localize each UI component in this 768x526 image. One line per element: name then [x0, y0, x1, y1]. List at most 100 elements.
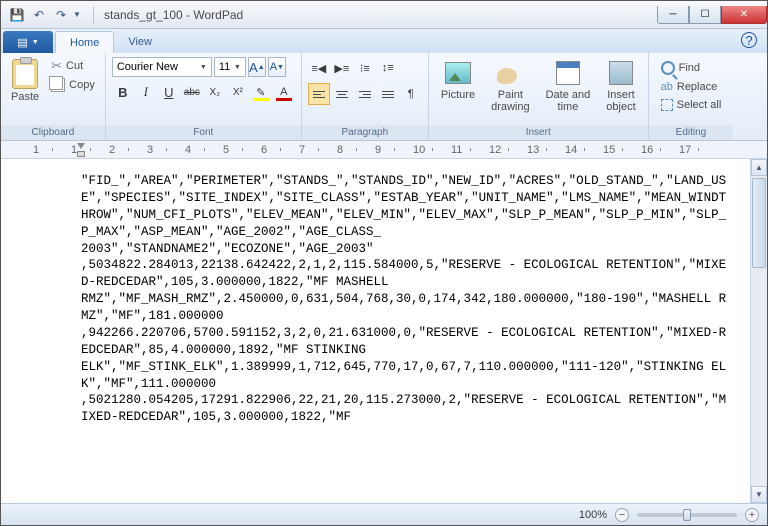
ruler[interactable]: 11234567891011121314151617: [1, 141, 767, 159]
align-left-button[interactable]: [308, 83, 330, 105]
find-button[interactable]: Find: [657, 59, 726, 77]
outdent-icon: ≡◀: [311, 62, 326, 75]
scissors-icon: ✂: [51, 58, 62, 74]
ruler-number: 16: [641, 144, 653, 156]
replace-button[interactable]: ab Replace: [657, 79, 726, 95]
ruler-number: 5: [223, 144, 229, 156]
scroll-track[interactable]: [751, 176, 767, 486]
app-menu-button[interactable]: ▤: [3, 31, 53, 53]
ruler-number: 8: [337, 144, 343, 156]
shrink-font-button[interactable]: A▼: [268, 57, 286, 77]
paste-button[interactable]: Paste: [7, 57, 43, 105]
tab-view[interactable]: View: [114, 31, 166, 53]
cut-label: Cut: [66, 60, 83, 72]
insert-object-button[interactable]: Insert object: [600, 57, 641, 115]
cut-button[interactable]: ✂ Cut: [47, 57, 99, 75]
font-size-select[interactable]: 11 ▼: [214, 57, 246, 77]
save-icon[interactable]: 💾: [7, 5, 27, 25]
line-spacing-button[interactable]: ↕≡: [377, 57, 399, 79]
undo-icon[interactable]: ↶: [29, 5, 49, 25]
ribbon-tabs: ▤ Home View ?: [1, 29, 767, 53]
justify-button[interactable]: [377, 83, 399, 105]
grow-font-button[interactable]: A▲: [248, 57, 266, 77]
clipboard-icon: [12, 59, 38, 89]
font-name-value: Courier New: [117, 61, 178, 73]
window: 💾 ↶ ↷ ▼ stands_gt_100 - WordPad ─ ☐ ✕ ▤ …: [0, 0, 768, 526]
spacing-icon: ↕≡: [382, 62, 394, 74]
group-paragraph: ≡◀ ▶≡ ⁝≡ ↕≡ ¶ Paragraph: [302, 53, 429, 140]
zoom-out-button[interactable]: −: [615, 508, 629, 522]
superscript-button[interactable]: X²: [227, 81, 249, 103]
pencil-icon: ✎: [256, 86, 265, 99]
increase-indent-button[interactable]: ▶≡: [331, 57, 353, 79]
paste-label: Paste: [11, 91, 39, 103]
scroll-thumb[interactable]: [752, 178, 766, 268]
document-text[interactable]: "FID_","AREA","PERIMETER","STANDS_","STA…: [1, 159, 750, 503]
font-size-value: 11: [219, 61, 230, 73]
paragraph-icon: ¶: [408, 88, 414, 100]
bold-button[interactable]: B: [112, 81, 134, 103]
window-controls: ─ ☐ ✕: [657, 6, 767, 24]
group-label-editing: Editing: [649, 125, 734, 140]
group-label-insert: Insert: [429, 125, 648, 140]
ruler-number: 2: [109, 144, 115, 156]
underline-button[interactable]: U: [158, 81, 180, 103]
strikethrough-button[interactable]: abc: [181, 81, 203, 103]
object-label: Insert object: [606, 89, 635, 113]
decrease-indent-button[interactable]: ≡◀: [308, 57, 330, 79]
chevron-down-icon: ▼: [200, 64, 207, 71]
separator: [93, 6, 94, 24]
group-insert: Picture Paint drawing Date and time Inse…: [429, 53, 649, 140]
scroll-up-button[interactable]: ▲: [751, 159, 767, 176]
ruler-number: 14: [565, 144, 577, 156]
tab-home[interactable]: Home: [55, 31, 114, 53]
align-center-icon: [336, 91, 348, 98]
maximize-button[interactable]: ☐: [689, 6, 721, 24]
left-indent-marker[interactable]: [77, 151, 85, 157]
find-label: Find: [679, 62, 700, 74]
font-color-label: A: [280, 86, 287, 98]
font-color-button[interactable]: A: [273, 81, 295, 103]
zoom-thumb[interactable]: [683, 509, 691, 521]
ruler-number: 17: [679, 144, 691, 156]
close-button[interactable]: ✕: [721, 6, 767, 24]
bullets-icon: ⁝≡: [360, 62, 370, 75]
zoom-in-button[interactable]: +: [745, 508, 759, 522]
help-icon[interactable]: ?: [741, 32, 757, 48]
picture-button[interactable]: Picture: [435, 57, 481, 103]
scroll-down-button[interactable]: ▼: [751, 486, 767, 503]
picture-label: Picture: [441, 89, 475, 101]
search-icon: [661, 61, 675, 75]
justify-icon: [382, 91, 394, 98]
redo-icon[interactable]: ↷: [51, 5, 71, 25]
minimize-button[interactable]: ─: [657, 6, 689, 24]
subscript-button[interactable]: X₂: [204, 81, 226, 103]
zoom-slider[interactable]: [637, 513, 737, 517]
qat-dropdown-icon[interactable]: ▼: [73, 5, 81, 25]
align-center-button[interactable]: [331, 83, 353, 105]
align-right-button[interactable]: [354, 83, 376, 105]
paragraph-dialog-button[interactable]: ¶: [400, 83, 422, 105]
ruler-number: 15: [603, 144, 615, 156]
copy-icon: [51, 78, 65, 92]
vertical-scrollbar[interactable]: ▲ ▼: [750, 159, 767, 503]
ruler-number: 9: [375, 144, 381, 156]
group-label-clipboard: Clipboard: [1, 125, 105, 140]
ruler-number: 11: [451, 144, 462, 156]
ruler-number: 7: [299, 144, 305, 156]
first-line-indent-marker[interactable]: [77, 143, 85, 149]
calendar-icon: [556, 61, 580, 85]
select-all-button[interactable]: Select all: [657, 97, 726, 113]
ruler-number: 12: [489, 144, 501, 156]
bullets-button[interactable]: ⁝≡: [354, 57, 376, 79]
palette-icon: [497, 62, 523, 84]
paint-drawing-button[interactable]: Paint drawing: [485, 57, 536, 115]
quick-access-toolbar: 💾 ↶ ↷ ▼: [1, 5, 87, 25]
editor-area: "FID_","AREA","PERIMETER","STANDS_","STA…: [1, 159, 767, 503]
font-color-bar: [276, 98, 292, 101]
date-time-button[interactable]: Date and time: [540, 57, 597, 115]
copy-button[interactable]: Copy: [47, 77, 99, 93]
highlight-button[interactable]: ✎: [250, 81, 272, 103]
italic-button[interactable]: I: [135, 81, 157, 103]
font-name-select[interactable]: Courier New ▼: [112, 57, 212, 77]
